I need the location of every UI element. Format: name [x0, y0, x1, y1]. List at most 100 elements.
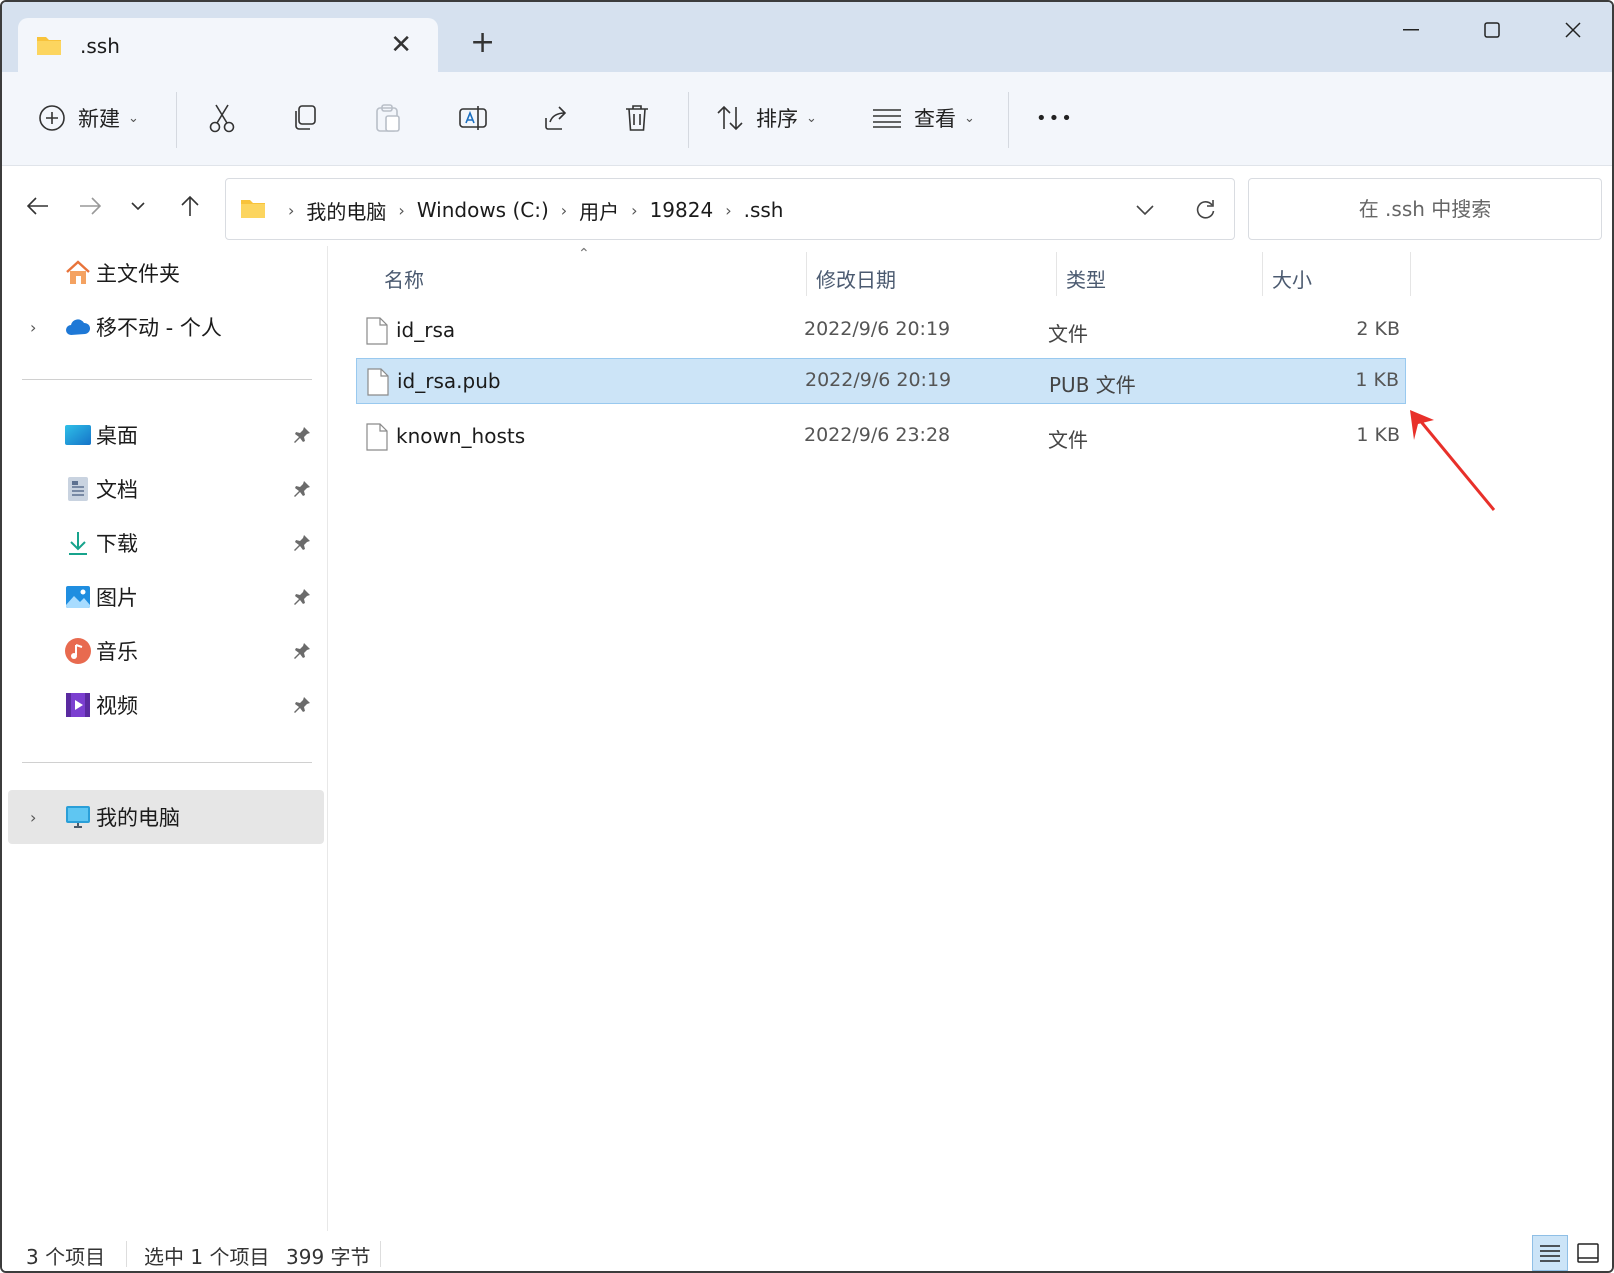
sidebar-item-label: 移不动 - 个人 — [96, 316, 222, 340]
refresh-button[interactable] — [1194, 197, 1216, 225]
maximize-button[interactable] — [1457, 10, 1527, 50]
breadcrumb-separator: › — [398, 200, 405, 220]
chevron-right-icon[interactable]: › — [30, 808, 36, 827]
breadcrumb-item-this-pc[interactable]: 我的电脑 — [306, 196, 386, 225]
file-row[interactable]: known_hosts 2022/9/6 23:28 文件 1 KB — [356, 414, 1406, 460]
tab-ssh[interactable]: .ssh ✕ — [18, 18, 438, 74]
title-bar: .ssh ✕ + — [2, 2, 1612, 74]
status-item-count: 3 个项目 — [26, 1245, 106, 1269]
breadcrumb-item-ssh[interactable]: .ssh — [744, 198, 784, 222]
sidebar-item-this-pc[interactable]: › 我的电脑 — [8, 790, 324, 844]
sidebar-item-onedrive[interactable]: › 移不动 - 个人 — [8, 300, 324, 354]
more-icon: ••• — [1036, 107, 1074, 129]
file-type: 文件 — [1048, 322, 1088, 346]
tiles-view-button[interactable] — [1570, 1235, 1606, 1271]
breadcrumb-item-users[interactable]: 用户 — [579, 196, 619, 225]
search-input[interactable] — [1249, 179, 1601, 239]
sidebar-divider — [22, 379, 312, 380]
column-divider[interactable] — [1262, 252, 1263, 296]
chevron-right-icon[interactable]: › — [30, 318, 36, 337]
sidebar-item-downloads[interactable]: 下载 — [8, 516, 324, 570]
pin-icon[interactable] — [292, 425, 312, 450]
command-bar: 新建 ⌄ 排序 ⌄ 查看 ⌄ ••• — [2, 72, 1612, 166]
breadcrumb-separator: › — [725, 200, 732, 220]
back-button[interactable] — [20, 188, 56, 224]
file-icon — [367, 368, 389, 401]
status-bar: 3 个项目 选中 1 个项目 399 字节 — [2, 1231, 1612, 1271]
close-tab-icon[interactable]: ✕ — [390, 30, 412, 60]
forward-button[interactable] — [72, 188, 108, 224]
pin-icon[interactable] — [292, 641, 312, 666]
cut-icon — [208, 103, 236, 133]
sidebar-item-videos[interactable]: 视频 — [8, 678, 324, 732]
paste-button[interactable] — [374, 94, 402, 142]
tab-title: .ssh — [80, 34, 120, 58]
view-icon — [872, 108, 902, 128]
sidebar-item-documents[interactable]: 文档 — [8, 462, 324, 516]
forward-arrow-icon — [80, 197, 101, 215]
sidebar-item-label: 视频 — [96, 694, 138, 718]
column-header-name[interactable]: 名称 — [384, 264, 424, 293]
sidebar-item-desktop[interactable]: 桌面 — [8, 408, 324, 462]
address-bar[interactable]: › 我的电脑 › Windows (C:) › 用户 › 19824 › .ss… — [225, 178, 1235, 240]
sort-icon — [716, 104, 744, 132]
file-list: ⌃ 名称 修改日期 类型 大小 id_rsa 2022/9/6 20:19 文件… — [328, 246, 1612, 1231]
column-divider[interactable] — [1056, 252, 1057, 296]
column-header-size[interactable]: 大小 — [1272, 264, 1312, 293]
file-modified: 2022/9/6 20:19 — [804, 318, 951, 340]
column-divider[interactable] — [806, 252, 807, 296]
new-tab-button[interactable]: + — [470, 28, 495, 58]
column-divider[interactable] — [1410, 252, 1411, 296]
up-button[interactable] — [172, 188, 208, 224]
cut-button[interactable] — [208, 94, 236, 142]
share-button[interactable] — [542, 94, 570, 142]
file-modified: 2022/9/6 20:19 — [805, 369, 952, 391]
pin-icon[interactable] — [292, 533, 312, 558]
breadcrumb-item-windows-c[interactable]: Windows (C:) — [417, 198, 549, 222]
sidebar-item-label: 文档 — [96, 478, 138, 502]
more-button[interactable]: ••• — [1036, 94, 1074, 142]
new-button[interactable]: 新建 ⌄ — [38, 94, 139, 142]
sort-ascending-icon: ⌃ — [578, 246, 590, 262]
copy-button[interactable] — [292, 94, 318, 142]
breadcrumb-item-user[interactable]: 19824 — [650, 198, 714, 222]
sort-button[interactable]: 排序 ⌄ — [716, 94, 817, 142]
chevron-down-icon: ⌄ — [806, 110, 817, 126]
cloud-icon — [64, 313, 92, 341]
search-box[interactable] — [1248, 178, 1602, 240]
sidebar-item-music[interactable]: 音乐 — [8, 624, 324, 678]
details-view-icon — [1540, 1245, 1560, 1262]
sidebar-item-home[interactable]: 主文件夹 — [8, 246, 324, 300]
view-button[interactable]: 查看 ⌄ — [872, 94, 975, 142]
sidebar-item-label: 下载 — [96, 532, 138, 556]
back-arrow-icon — [27, 197, 48, 215]
close-window-button[interactable] — [1538, 10, 1608, 50]
rename-button[interactable] — [458, 94, 488, 142]
share-icon — [542, 104, 570, 132]
file-icon — [366, 317, 388, 350]
column-header-modified[interactable]: 修改日期 — [816, 264, 896, 293]
column-header-type[interactable]: 类型 — [1066, 264, 1106, 293]
pin-icon[interactable] — [292, 479, 312, 504]
rename-icon — [458, 104, 488, 132]
breadcrumb-separator: › — [560, 200, 568, 220]
delete-button[interactable] — [624, 94, 650, 142]
recent-locations-button[interactable] — [120, 188, 156, 224]
up-arrow-icon — [181, 195, 199, 216]
breadcrumb: › 我的电脑 › Windows (C:) › 用户 › 19824 › .ss… — [240, 179, 783, 241]
add-circle-icon — [38, 104, 66, 132]
pin-icon[interactable] — [292, 587, 312, 612]
refresh-icon — [1196, 200, 1215, 219]
file-type: PUB 文件 — [1049, 373, 1136, 397]
pin-icon[interactable] — [292, 695, 312, 720]
file-row[interactable]: id_rsa 2022/9/6 20:19 文件 2 KB — [356, 308, 1406, 354]
minimize-button[interactable] — [1376, 10, 1446, 50]
home-icon — [64, 259, 92, 287]
video-icon — [64, 691, 92, 719]
desktop-icon — [64, 421, 92, 449]
toolbar-divider — [688, 92, 689, 148]
file-row[interactable]: id_rsa.pub 2022/9/6 20:19 PUB 文件 1 KB — [356, 358, 1406, 404]
address-history-button[interactable] — [1136, 197, 1154, 225]
sidebar-item-pictures[interactable]: 图片 — [8, 570, 324, 624]
details-view-button[interactable] — [1532, 1235, 1568, 1271]
